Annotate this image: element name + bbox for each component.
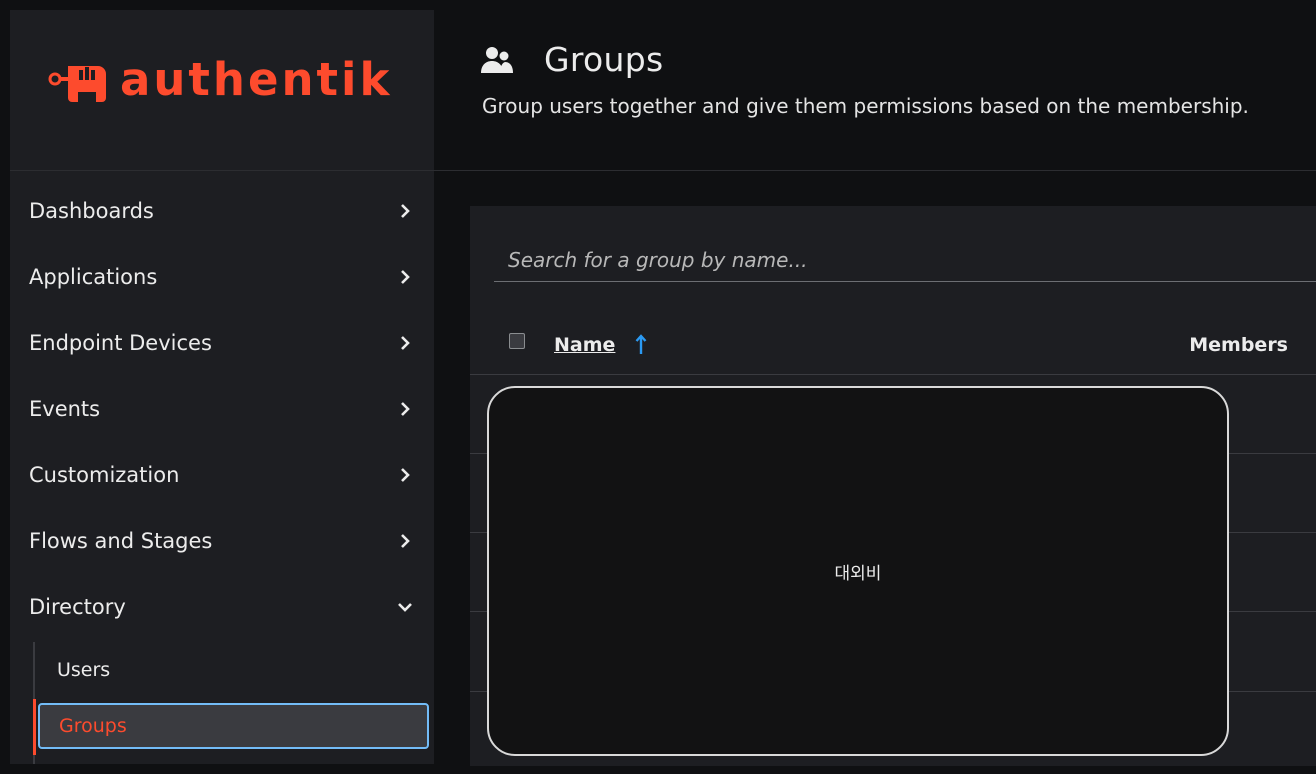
sidebar-item-groups[interactable]: Groups	[38, 703, 429, 749]
chevron-right-icon	[401, 270, 410, 284]
active-item-marker	[33, 699, 36, 755]
directory-subnav: Users Groups	[10, 642, 434, 764]
sidebar-item-customization[interactable]: Customization	[10, 442, 434, 508]
sidebar-item-label: Flows and Stages	[29, 529, 213, 553]
column-header-members: Members	[1189, 334, 1288, 356]
chevron-right-icon	[401, 468, 410, 482]
page-title: Groups	[544, 40, 664, 79]
sidebar-item-directory[interactable]: Directory	[10, 574, 434, 640]
sort-ascending-icon[interactable]	[634, 334, 648, 356]
sidebar-item-dashboards[interactable]: Dashboards	[10, 178, 434, 244]
sidebar-item-applications[interactable]: Applications	[10, 244, 434, 310]
sidebar-item-label: Directory	[29, 595, 126, 619]
chevron-right-icon	[401, 336, 410, 350]
sidebar-item-flows-and-stages[interactable]: Flows and Stages	[10, 508, 434, 574]
brand-name: authentik	[120, 52, 393, 106]
chevron-right-icon	[401, 534, 410, 548]
sidebar-nav: Dashboards Applications Endpoint Devices…	[10, 178, 434, 640]
sidebar-item-label: Customization	[29, 463, 180, 487]
users-icon	[481, 46, 513, 73]
redaction-label: 대외비	[834, 563, 882, 584]
search-input[interactable]	[506, 242, 1300, 278]
sidebar-item-users[interactable]: Users	[10, 642, 434, 697]
table-header: Name Members	[470, 314, 1316, 375]
redaction-overlay: 대외비	[487, 386, 1229, 756]
select-all-checkbox[interactable]	[509, 333, 525, 349]
brand-area: authentik	[10, 10, 434, 171]
brand-logo[interactable]: authentik	[46, 54, 392, 104]
page-description: Group users together and give them permi…	[482, 94, 1249, 118]
sidebar-item-label: Applications	[29, 265, 158, 289]
app-frame: authentik Dashboards Applications Endpoi…	[0, 0, 1316, 774]
sidebar-item-label: Dashboards	[29, 199, 154, 223]
sidebar: authentik Dashboards Applications Endpoi…	[10, 10, 434, 764]
chevron-down-icon	[398, 603, 412, 612]
page-header: Groups Group users together and give the…	[434, 10, 1316, 171]
column-header-name[interactable]: Name	[554, 334, 615, 356]
sidebar-item-label: Endpoint Devices	[29, 331, 212, 355]
search-bar	[494, 236, 1316, 282]
sidebar-item-label: Users	[57, 658, 111, 681]
sidebar-item-endpoint-devices[interactable]: Endpoint Devices	[10, 310, 434, 376]
sidebar-item-label: Groups	[59, 715, 127, 737]
page-title-row: Groups	[480, 40, 663, 79]
chevron-right-icon	[401, 402, 410, 416]
chevron-right-icon	[401, 204, 410, 218]
sidebar-item-label: Events	[29, 397, 101, 421]
sidebar-item-events[interactable]: Events	[10, 376, 434, 442]
authentik-logo-icon	[48, 66, 106, 102]
